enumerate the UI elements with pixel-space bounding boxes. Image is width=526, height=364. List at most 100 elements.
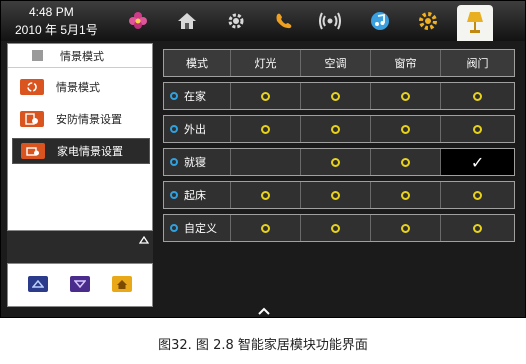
toggle-cell[interactable] — [371, 182, 442, 208]
toggle-cell[interactable] — [301, 116, 372, 142]
ring-icon — [401, 157, 411, 167]
mode-cell[interactable]: 自定义 — [164, 215, 232, 241]
flower-icon[interactable] — [123, 7, 153, 35]
ring-icon — [401, 124, 411, 134]
ring-icon — [401, 91, 411, 101]
column-header-light: 灯光 — [231, 50, 302, 76]
menu-item-label: 情景模式 — [56, 81, 100, 94]
toggle-cell[interactable] — [371, 149, 442, 175]
toggle-cell[interactable] — [441, 182, 514, 208]
toggle-cell[interactable] — [301, 149, 372, 175]
toggle-cell[interactable] — [231, 149, 302, 175]
ring-icon — [331, 157, 341, 167]
ring-icon — [331, 190, 341, 200]
menu-item-scene-mode[interactable]: 情景模式 — [12, 74, 150, 100]
toggle-cell[interactable] — [301, 182, 372, 208]
toggle-cell[interactable] — [441, 215, 514, 241]
menu-item-label: 家电情景设置 — [57, 145, 123, 158]
table-row: 自定义 — [163, 214, 515, 242]
home-icon[interactable] — [172, 7, 202, 35]
mode-dot-icon — [170, 125, 178, 133]
toggle-cell[interactable] — [301, 215, 372, 241]
scroll-up-icon[interactable] — [138, 229, 150, 244]
ring-icon — [473, 190, 483, 200]
menu-item-security-scene[interactable]: 安防情景设置 — [12, 106, 150, 132]
nav-home-button[interactable] — [112, 276, 132, 292]
ring-icon — [473, 124, 483, 134]
top-bar: 4:48 PM 2010 年 5月1号 — [1, 1, 525, 41]
mode-label: 自定义 — [184, 222, 217, 235]
ring-icon — [331, 223, 341, 233]
ring-icon — [473, 223, 483, 233]
ring-icon — [401, 223, 411, 233]
ring-icon — [261, 91, 271, 101]
column-header-mode: 模式 — [164, 50, 232, 76]
phone-icon[interactable] — [269, 7, 299, 35]
ring-icon — [331, 124, 341, 134]
figure-caption: 图32. 图 2.8 智能家居模块功能界面 — [158, 338, 368, 353]
table-row: 起床 — [163, 181, 515, 209]
scene-menu-header: 情景模式 — [8, 44, 152, 68]
menu-item-appliance-scene[interactable]: 家电情景设置 — [12, 138, 150, 164]
toggle-cell[interactable] — [231, 215, 302, 241]
mode-label: 起床 — [184, 189, 206, 202]
ring-icon — [261, 190, 271, 200]
bottom-nav — [7, 263, 153, 307]
toggle-cell[interactable] — [371, 83, 442, 109]
mode-dot-icon — [170, 158, 178, 166]
clock-date: 2010 年 5月1号 — [15, 23, 98, 37]
toggle-cell[interactable] — [441, 83, 514, 109]
mode-cell[interactable]: 起床 — [164, 182, 232, 208]
gear-icon[interactable] — [221, 7, 251, 35]
wireless-icon[interactable] — [315, 7, 345, 35]
mode-cell[interactable]: 在家 — [164, 83, 232, 109]
ring-icon — [401, 190, 411, 200]
toggle-cell-checked[interactable]: ✓ — [441, 149, 514, 175]
mode-dot-icon — [170, 92, 178, 100]
table-row: 在家 — [163, 82, 515, 110]
column-header-curtain: 窗帘 — [371, 50, 442, 76]
mode-dot-icon — [170, 191, 178, 199]
column-header-ac: 空调 — [301, 50, 372, 76]
ring-icon — [261, 124, 271, 134]
menu-scroll-area — [7, 231, 153, 263]
appliance-icon — [21, 143, 45, 159]
toggle-cell[interactable] — [231, 182, 302, 208]
nav-down-button[interactable] — [70, 276, 90, 292]
toggle-cell[interactable] — [371, 215, 442, 241]
scene-menu-title: 情景模式 — [60, 49, 104, 63]
toggle-cell[interactable] — [371, 116, 442, 142]
toggle-cell[interactable] — [441, 116, 514, 142]
down-arrow-icon — [74, 280, 86, 288]
expand-up-icon[interactable] — [257, 305, 271, 317]
up-arrow-icon — [32, 280, 44, 288]
ring-icon — [331, 91, 341, 101]
table-row: 外出 — [163, 115, 515, 143]
mode-cell[interactable]: 外出 — [164, 116, 232, 142]
mode-dot-icon — [170, 224, 178, 232]
home-icon — [117, 279, 127, 289]
header-square-icon — [32, 50, 43, 61]
mode-label: 就寝 — [184, 156, 206, 169]
toggle-cell[interactable] — [231, 116, 302, 142]
ring-icon — [473, 91, 483, 101]
clock-time: 4:48 PM — [29, 5, 74, 19]
lamp-icon[interactable] — [457, 5, 493, 41]
checkmark-icon: ✓ — [470, 152, 485, 172]
mode-label: 在家 — [184, 90, 206, 103]
music-icon[interactable] — [365, 7, 395, 35]
column-header-valve: 阀门 — [466, 57, 489, 70]
mode-label: 外出 — [184, 123, 206, 136]
security-icon — [20, 111, 44, 127]
recycle-icon — [20, 79, 44, 95]
device-screen: 4:48 PM 2010 年 5月1号 情景模式 情景模式 安防情景设置 家电情… — [0, 0, 526, 318]
menu-item-label: 安防情景设置 — [56, 113, 122, 126]
toggle-cell[interactable] — [231, 83, 302, 109]
ring-icon — [261, 223, 271, 233]
toggle-cell[interactable] — [301, 83, 372, 109]
settings-gear-icon[interactable] — [413, 7, 443, 35]
scene-appliance-table: 模式 灯光 空调 窗帘 阀门 在家 外出 就寝 ✓ 起床 自定义 — [157, 43, 519, 305]
scene-menu-panel: 情景模式 情景模式 安防情景设置 家电情景设置 — [7, 43, 153, 231]
nav-up-button[interactable] — [28, 276, 48, 292]
mode-cell[interactable]: 就寝 — [164, 149, 232, 175]
